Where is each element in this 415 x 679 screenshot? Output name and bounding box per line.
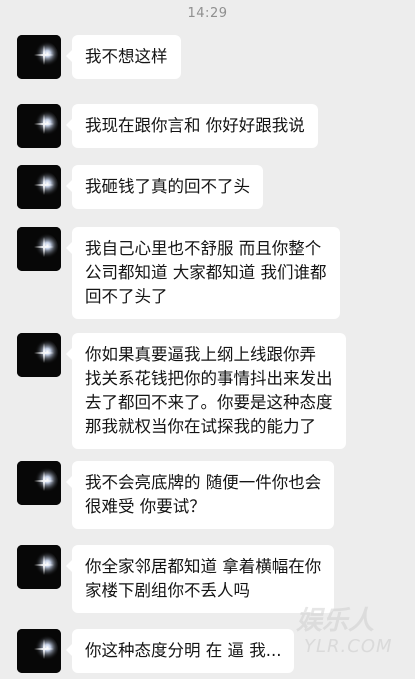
message-line: 我自己心里也不舒服 而且你整个 bbox=[85, 239, 322, 258]
message-line: 家楼下剧组你不丢人吗 bbox=[85, 581, 250, 600]
sparkle-avatar-icon bbox=[17, 227, 61, 271]
message-bubble[interactable]: 我不想这样 bbox=[66, 35, 181, 79]
sparkle-avatar-icon bbox=[17, 461, 61, 505]
message-line: 公司都知道 大家都知道 我们谁都 bbox=[85, 263, 327, 282]
message-line: 我砸钱了真的回不了头 bbox=[85, 177, 250, 196]
message-bubble[interactable]: 你全家邻居都知道 拿着横幅在你 家楼下剧组你不丢人吗 bbox=[65, 545, 335, 613]
watermark-site-text: YLR.COM bbox=[304, 636, 393, 657]
message-bubble[interactable]: 我自己心里也不舒服 而且你整个 公司都知道 大家都知道 我们谁都 回不了头了 bbox=[66, 227, 340, 319]
message-line: 你全家邻居都知道 拿着横幅在你 bbox=[85, 557, 322, 576]
message-line: 去了都回不来了。你要是这种态度 bbox=[85, 393, 333, 412]
sparkle-avatar-icon bbox=[17, 545, 61, 589]
sparkle-avatar-icon bbox=[17, 629, 61, 673]
message-line: 我不会亮底牌的 随便一件你也会 bbox=[85, 473, 322, 492]
sender-avatar[interactable] bbox=[17, 461, 61, 505]
sparkle-avatar-icon bbox=[17, 104, 61, 148]
message-line: 那我就权当你在试探我的能力了 bbox=[85, 417, 316, 436]
message-bubble[interactable]: 我现在跟你言和 你好好跟我说 bbox=[66, 104, 318, 148]
sparkle-avatar-icon bbox=[17, 165, 61, 209]
sender-avatar[interactable] bbox=[17, 545, 61, 589]
sparkle-avatar-icon bbox=[17, 333, 61, 377]
message-line: 你这种态度分明 在 逼 我... bbox=[85, 641, 282, 660]
message-bubble[interactable]: 我不会亮底牌的 随便一件你也会 很难受 你要试？ bbox=[65, 461, 335, 529]
sender-avatar[interactable] bbox=[17, 629, 61, 673]
sender-avatar[interactable] bbox=[17, 104, 61, 148]
message-bubble[interactable]: 你如果真要逼我上纲上线跟你弄 找关系花钱把你的事情抖出来发出 去了都回不来了。你… bbox=[66, 333, 346, 449]
sender-avatar[interactable] bbox=[17, 227, 61, 271]
sparkle-avatar-icon bbox=[17, 35, 61, 79]
message-bubble[interactable]: 你这种态度分明 在 逼 我... bbox=[65, 629, 295, 673]
message-line: 你如果真要逼我上纲上线跟你弄 bbox=[85, 345, 316, 364]
message-line: 我不想这样 bbox=[85, 47, 168, 66]
sender-avatar[interactable] bbox=[17, 333, 61, 377]
message-line: 找关系花钱把你的事情抖出来发出 bbox=[85, 369, 333, 388]
message-line: 回不了头了 bbox=[85, 287, 168, 306]
message-line: 我现在跟你言和 你好好跟我说 bbox=[85, 116, 305, 135]
sender-avatar[interactable] bbox=[17, 35, 61, 79]
sender-avatar[interactable] bbox=[17, 165, 61, 209]
message-line: 很难受 你要试？ bbox=[85, 497, 206, 516]
chat-timestamp: 14:29 bbox=[187, 6, 228, 21]
message-bubble[interactable]: 我砸钱了真的回不了头 bbox=[66, 165, 263, 209]
